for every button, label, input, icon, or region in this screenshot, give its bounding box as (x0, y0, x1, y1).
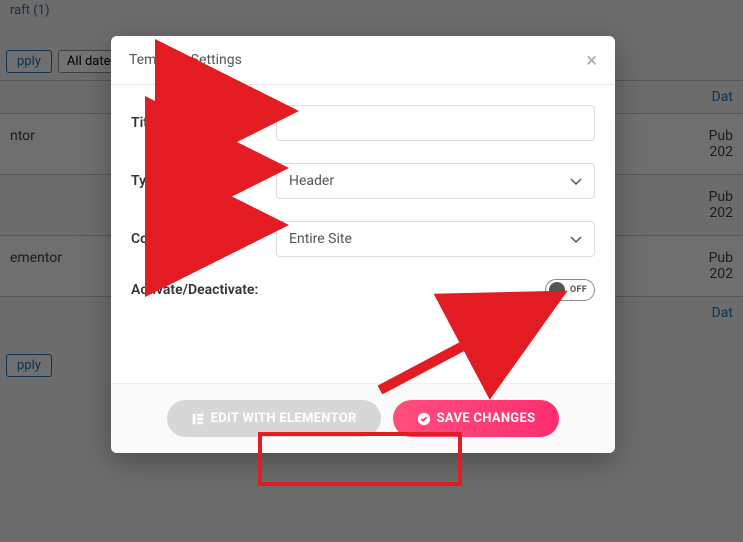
conditions-label: Conditions: (131, 231, 276, 247)
elementor-icon (191, 412, 205, 426)
title-input[interactable] (276, 105, 595, 141)
conditions-select[interactable]: Entire Site (276, 221, 595, 257)
activate-label: Activate/Deactivate: (131, 282, 258, 298)
close-icon[interactable]: × (586, 50, 597, 70)
toggle-state: OFF (570, 285, 587, 295)
type-label: Type: (131, 173, 276, 189)
activate-toggle[interactable]: OFF (545, 279, 595, 301)
edit-button-label: EDIT WITH ELEMENTOR (211, 411, 357, 426)
save-button-label: SAVE CHANGES (437, 411, 536, 426)
type-select[interactable]: Header (276, 163, 595, 199)
modal-header: Template Settings × (111, 36, 615, 85)
template-settings-modal: Template Settings × Title: Type: Header … (111, 36, 615, 453)
toggle-knob (549, 282, 565, 298)
modal-title: Template Settings (129, 52, 242, 68)
title-label: Title: (131, 115, 276, 131)
highlight-edit-button (258, 432, 462, 486)
check-icon (417, 412, 431, 426)
